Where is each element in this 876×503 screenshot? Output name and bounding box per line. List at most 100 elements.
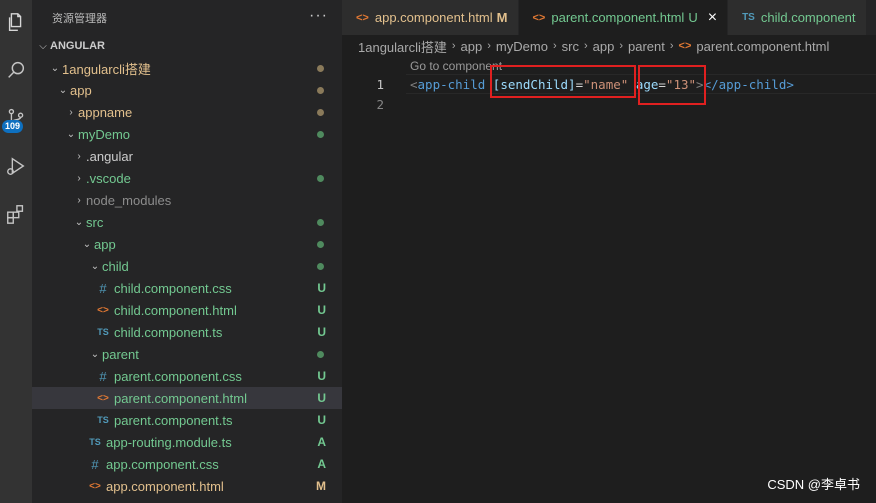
tree-folder[interactable]: › .angular (32, 145, 342, 167)
tag-name: app-child (417, 77, 486, 92)
tree-file[interactable]: # parent.component.css U (32, 365, 342, 387)
tree-item-label: app.component.html (106, 478, 224, 494)
tree-item-label: myDemo (78, 126, 131, 142)
git-status-dot (317, 86, 324, 94)
chevron-down-icon[interactable]: ⌄ (88, 349, 102, 360)
close-icon[interactable]: × (708, 9, 717, 27)
tree-file[interactable]: TS app-routing.module.ts A (32, 431, 342, 453)
ts-file-icon: TS (97, 327, 109, 337)
tree-folder[interactable]: › node_modules (32, 189, 342, 211)
git-status-dot (317, 262, 324, 270)
tab-label: child.component (760, 10, 856, 25)
search-icon[interactable] (0, 50, 32, 90)
tree-file[interactable]: <> parent.component.html U (32, 387, 342, 409)
tree-item-label: child.component.css (114, 280, 232, 296)
git-status-dot (317, 218, 324, 226)
activity-bar: 109 (0, 0, 32, 503)
html-file-icon: <> (97, 304, 109, 316)
breadcrumb-separator-icon: › (552, 40, 557, 52)
breadcrumb-item[interactable]: parent (628, 39, 665, 54)
tree-item-label: child.component.ts (114, 324, 223, 340)
tree-file[interactable]: # child.component.css U (32, 277, 342, 299)
run-debug-icon[interactable] (0, 146, 32, 186)
css-file-icon: # (99, 280, 107, 296)
tree-file[interactable]: # app.component.css A (32, 453, 342, 475)
tree-item-label: parent.component.html (114, 390, 247, 406)
html-file-icon: <> (89, 480, 101, 492)
tree-item-label: app (94, 236, 116, 252)
tab-app-component-html[interactable]: <> app.component.html M (342, 0, 519, 35)
html-file-icon: <> (532, 11, 546, 24)
git-status-dot (317, 174, 324, 182)
chevron-down-icon[interactable]: ⌄ (56, 85, 70, 96)
chevron-right-icon[interactable]: › (72, 151, 86, 162)
tree-item-label: child.component.html (114, 302, 237, 318)
chevron-down-icon: ⌵ (39, 40, 47, 52)
chevron-right-icon[interactable]: › (64, 107, 78, 118)
breadcrumb-item[interactable]: myDemo (496, 39, 548, 54)
highlight-box-age (638, 65, 706, 105)
chevron-down-icon[interactable]: ⌄ (72, 217, 86, 228)
chevron-down-icon[interactable]: ⌄ (64, 129, 78, 140)
tree-folder[interactable]: ⌄ parent (32, 343, 342, 365)
git-status-letter: U (317, 369, 326, 383)
git-status-dot (317, 130, 324, 138)
tree-folder[interactable]: ⌄ app (32, 79, 342, 101)
git-status-dot (317, 240, 324, 248)
tree-folder[interactable]: ⌄ myDemo (32, 123, 342, 145)
html-file-icon: <> (678, 40, 692, 52)
tree-item-label: child (102, 258, 129, 274)
tree-folder[interactable]: › appname (32, 101, 342, 123)
chevron-down-icon[interactable]: ⌄ (80, 239, 94, 250)
tree-item-label: app (70, 82, 92, 98)
tree-folder[interactable]: › .vscode (32, 167, 342, 189)
breadcrumb-item[interactable]: src (562, 39, 579, 54)
css-file-icon: # (91, 456, 99, 472)
scm-count-badge: 109 (2, 120, 24, 133)
tab-label: parent.component.html (551, 10, 685, 25)
code-editor[interactable]: Go to component 1 2 <app-child [sendChil… (342, 57, 876, 503)
ts-file-icon: TS (742, 12, 755, 23)
chevron-right-icon[interactable]: › (72, 195, 86, 206)
tree-folder[interactable]: ⌄ src (32, 211, 342, 233)
tree-item-label: src (86, 214, 104, 230)
tree-item-label: appname (78, 104, 133, 120)
chevron-down-icon[interactable]: ⌄ (48, 63, 62, 74)
line-number: 1 (376, 77, 384, 92)
explorer-icon[interactable] (0, 2, 32, 42)
end-tag: </app-child> (703, 77, 794, 92)
tree-item-label: node_modules (86, 192, 172, 208)
html-file-icon: <> (97, 392, 109, 404)
highlight-box-sendchild (490, 65, 636, 98)
breadcrumb-separator-icon: › (583, 40, 588, 52)
chevron-down-icon[interactable]: ⌄ (88, 261, 102, 272)
breadcrumb-separator-icon: › (487, 40, 491, 52)
breadcrumb-separator-icon: › (619, 40, 623, 52)
tab-status: M (496, 10, 508, 25)
more-actions-icon[interactable]: ··· (309, 7, 328, 25)
tab-label: app.component.html (374, 10, 493, 25)
chevron-right-icon[interactable]: › (72, 173, 86, 184)
tree-file[interactable]: TS parent.component.ts U (32, 409, 342, 431)
tab-child-component[interactable]: TS child.component (728, 0, 867, 35)
tab-parent-component-html[interactable]: <> parent.component.html U × (518, 0, 729, 35)
breadcrumb-item[interactable]: app (593, 39, 615, 54)
tree-folder[interactable]: ⌄ child (32, 255, 342, 277)
sidebar-header: 资源管理器 ··· (32, 0, 342, 35)
tree-item-label: .angular (86, 148, 133, 164)
breadcrumb-item[interactable]: parent.component.html (696, 39, 829, 54)
tree-folder[interactable]: ⌄ 1angularcli搭建 (32, 57, 342, 79)
breadcrumb-separator-icon: › (451, 40, 456, 52)
tree-file[interactable]: TS child.component.ts U (32, 321, 342, 343)
tree-file[interactable]: <> app.component.html M (32, 475, 342, 497)
codelens-go-to-component[interactable]: Go to component (410, 59, 502, 73)
tree-folder[interactable]: ⌄ app (32, 233, 342, 255)
tab-status: U (688, 10, 698, 25)
breadcrumb-item[interactable]: app (461, 39, 483, 54)
breadcrumb-item[interactable]: 1angularcli搭建 (358, 37, 447, 56)
tree-file[interactable]: <> child.component.html U (32, 299, 342, 321)
tree-item-label: .vscode (86, 170, 131, 186)
section-header-angular[interactable]: ⌵ ANGULAR (32, 35, 342, 57)
git-status-letter: U (317, 281, 326, 295)
extensions-icon[interactable] (0, 194, 32, 234)
